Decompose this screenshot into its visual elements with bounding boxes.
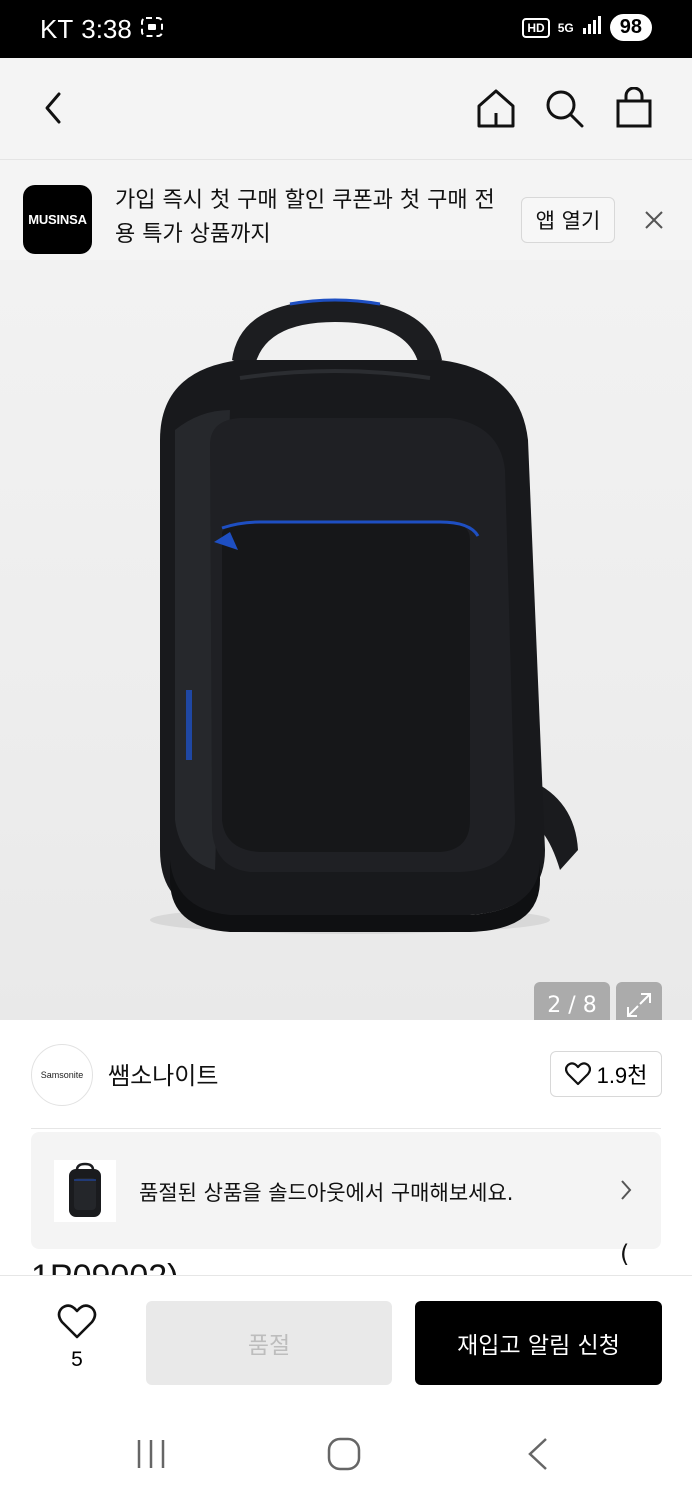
back-system-button[interactable] [524, 1436, 552, 1476]
back-arrow-icon [45, 92, 61, 124]
home-icon [477, 89, 515, 128]
musinsa-logo: MUSINSA [23, 185, 92, 254]
heart-icon [564, 1062, 591, 1086]
top-navigation [0, 58, 692, 160]
soldout-notice-card[interactable]: 품절된 상품을 솔드아웃에서 구매해보세요. [31, 1132, 661, 1249]
hd-badge: HD [522, 17, 550, 38]
home-circle-icon [327, 1437, 361, 1471]
recent-apps-icon [137, 1440, 165, 1468]
restock-alert-button[interactable]: 재입고 알림 신청 [415, 1301, 662, 1385]
status-bar: KT 3:38 HD 5G 98 [0, 0, 692, 58]
heart-icon [57, 1304, 97, 1339]
search-icon [546, 90, 584, 128]
product-title-partial: ( [620, 1240, 630, 1268]
brand-logo[interactable]: Samsonite [31, 1044, 93, 1106]
status-right: HD 5G 98 [522, 14, 652, 41]
wishlist-count: 5 [71, 1348, 83, 1371]
backpack-image [150, 298, 578, 934]
brand-name[interactable]: 쌤소나이트 [108, 1056, 218, 1091]
wishlist-button[interactable]: 5 [50, 1304, 104, 1372]
banner-message: 가입 즉시 첫 구매 할인 쿠폰과 첫 구매 전용 특가 상품까지 [115, 188, 495, 247]
battery-level: 98 [609, 14, 652, 41]
product-image-gallery[interactable] [0, 260, 692, 1020]
product-thumbnail [54, 1160, 116, 1222]
soldout-notice-text: 품절된 상품을 솔드아웃에서 구매해보세요. [139, 1181, 514, 1205]
backpack-thumbnail-image [69, 1162, 101, 1217]
screen-record-icon [140, 14, 164, 45]
recent-apps-button[interactable] [134, 1436, 168, 1476]
shopping-bag-icon [616, 87, 652, 128]
close-icon [645, 211, 663, 229]
chevron-right-icon [619, 1178, 633, 1206]
banner-close-button[interactable] [640, 206, 668, 234]
network-type: 5G [557, 20, 574, 35]
cart-button[interactable] [610, 84, 658, 132]
system-navigation-bar [0, 1410, 692, 1500]
brand-row: Samsonite 쌤소나이트 1.9천 [0, 1020, 692, 1130]
home-button[interactable] [472, 84, 520, 132]
clock: 3:38 [81, 14, 132, 44]
product-code-partial: 1P09002) [31, 1257, 178, 1275]
divider [31, 1128, 661, 1129]
carrier: KT [40, 14, 74, 44]
soldout-button: 품절 [146, 1301, 392, 1385]
back-chevron-icon [528, 1438, 547, 1470]
search-button[interactable] [540, 84, 588, 132]
status-left: KT 3:38 [40, 14, 164, 45]
app-install-banner: MUSINSA 가입 즉시 첫 구매 할인 쿠폰과 첫 구매 전용 특가 상품까… [0, 160, 692, 260]
expand-icon [627, 993, 651, 1017]
signal-icon [582, 16, 602, 39]
back-button[interactable] [30, 84, 78, 132]
brand-like-count: 1.9천 [596, 1063, 648, 1088]
bottom-action-bar: 5 품절 재입고 알림 신청 [0, 1275, 692, 1410]
brand-like-button[interactable]: 1.9천 [550, 1051, 662, 1097]
open-app-button[interactable]: 앱 열기 [521, 197, 615, 243]
home-system-button[interactable] [326, 1436, 362, 1476]
